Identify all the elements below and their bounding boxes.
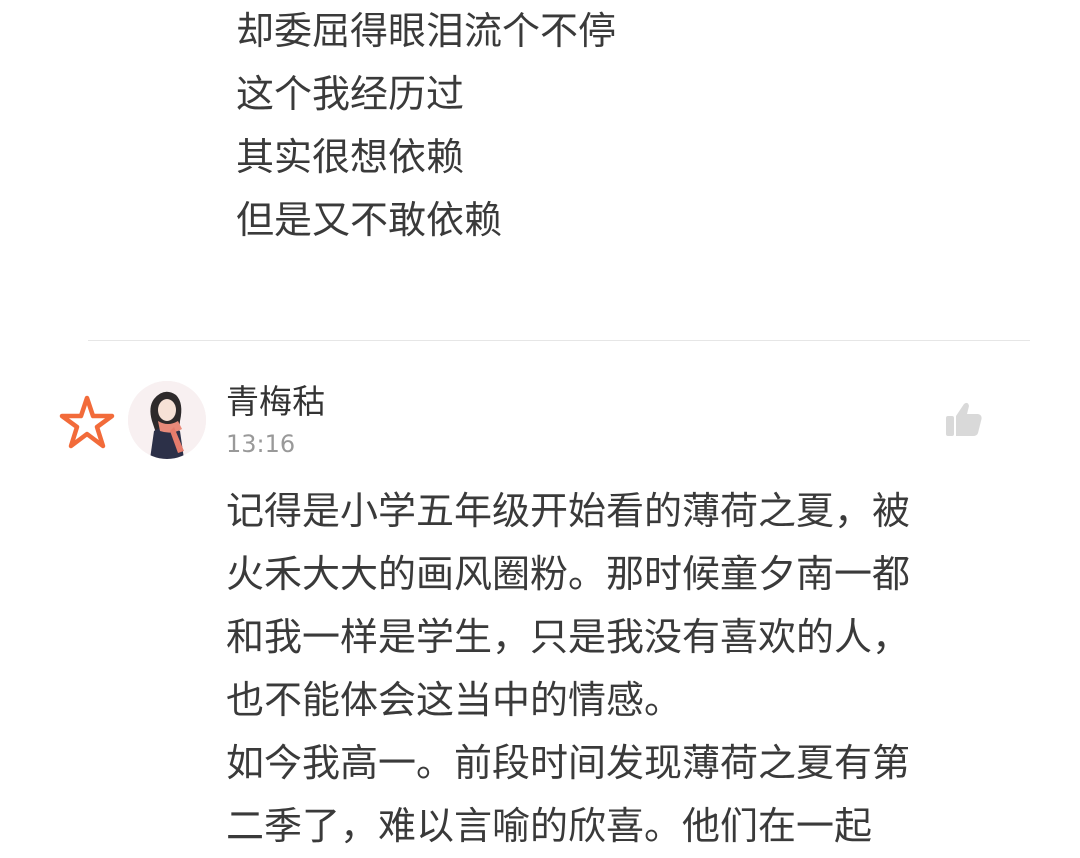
previous-comment-line: 其实很想依赖 [236,135,465,179]
star-badge-icon [56,392,118,454]
comment-line: 和我一样是学生，只是我没有喜欢的人， [226,615,911,659]
previous-comment-line: 但是又不敢依赖 [236,198,503,242]
comment-line: 二季了，难以言喻的欣喜。他们在一起 [226,804,873,848]
previous-comment-line: 却委屈得眼泪流个不停 [236,9,617,53]
comment-body: 记得是小学五年级开始看的薄荷之夏，被 火禾大大的画风圈粉。那时候童夕南一都 和我… [226,480,910,858]
comment-username[interactable]: 青梅秙 [226,380,325,424]
avatar[interactable] [128,381,206,459]
comment-line: 火禾大大的画风圈粉。那时候童夕南一都 [226,552,911,596]
comment-divider [88,340,1030,341]
thumbs-up-icon[interactable] [942,398,986,442]
previous-comment-text: 却委屈得眼泪流个不停 这个我经历过 其实很想依赖 但是又不敢依赖 [236,0,616,252]
previous-comment-line: 这个我经历过 [236,72,465,116]
comment-line: 也不能体会这当中的情感。 [226,678,683,722]
comment-line: 记得是小学五年级开始看的薄荷之夏，被 [226,489,911,533]
comment-line: 如今我高一。前段时间发现薄荷之夏有第 [226,741,911,785]
comment-timestamp: 13:16 [226,430,296,458]
